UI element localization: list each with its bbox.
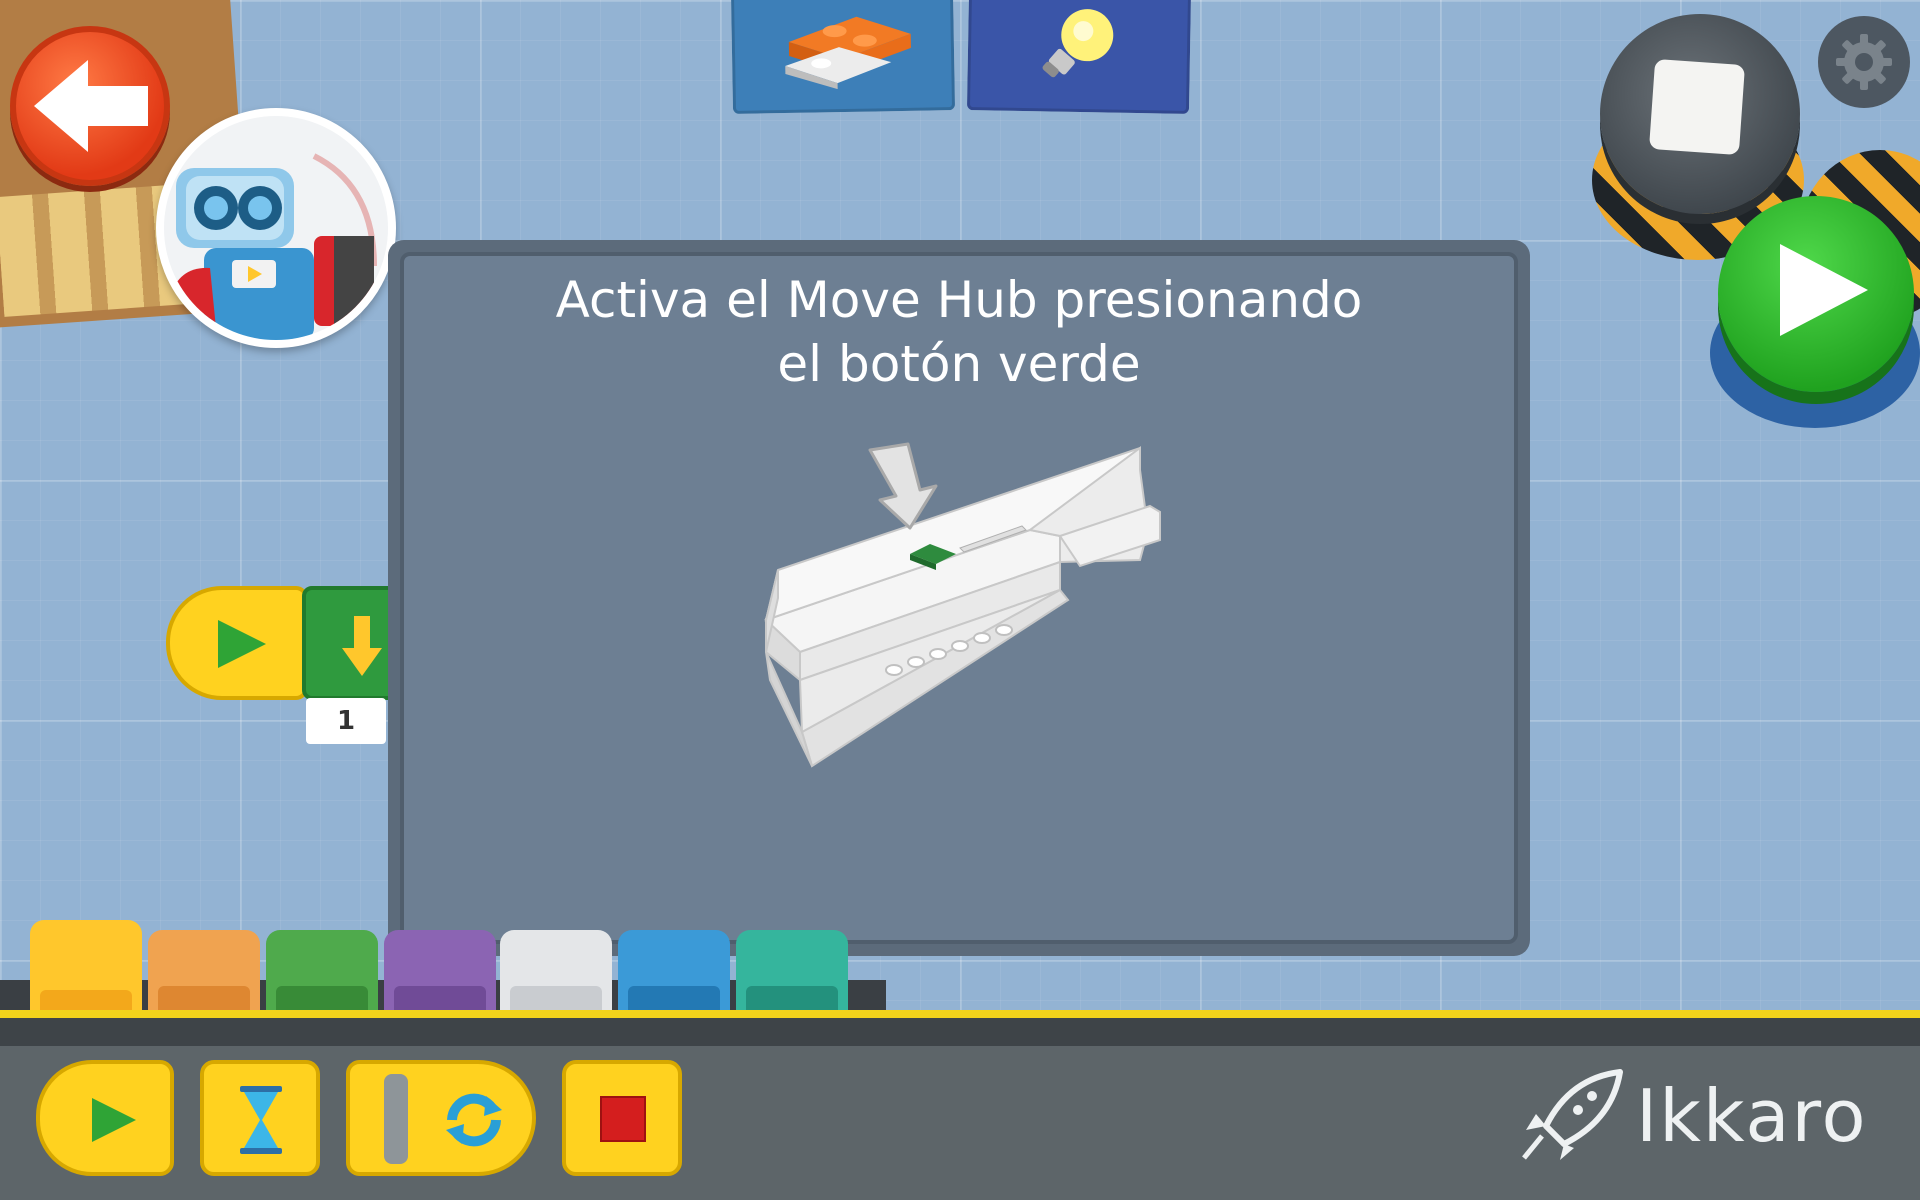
program-start-block[interactable] xyxy=(166,586,308,700)
palette-tab-orange[interactable] xyxy=(148,930,260,1016)
modal-message-line1: Activa el Move Hub presionando xyxy=(555,271,1363,329)
lightbulb-icon xyxy=(1042,9,1114,78)
palette-tab-teal[interactable] xyxy=(736,930,848,1016)
back-button[interactable] xyxy=(10,26,170,186)
brand-name: Ikkaro xyxy=(1636,1074,1868,1158)
bricks-tab[interactable] xyxy=(730,0,956,114)
modal-message-line2: el botón verde xyxy=(777,335,1141,393)
brand-watermark: Ikkaro xyxy=(1520,1064,1900,1164)
loop-gap xyxy=(384,1074,408,1164)
settings-button[interactable] xyxy=(1818,16,1910,108)
toolbox-start-block[interactable] xyxy=(36,1060,174,1176)
loop-icon xyxy=(446,1093,502,1147)
toolbox-loop-block[interactable] xyxy=(346,1060,536,1176)
robot-icon xyxy=(164,116,388,340)
program-move-block[interactable] xyxy=(302,586,402,700)
palette-tab-flow[interactable] xyxy=(30,920,142,1020)
stop-square-icon xyxy=(1648,58,1746,156)
idea-tab[interactable] xyxy=(966,0,1192,114)
toolbox-wait-block[interactable] xyxy=(200,1060,320,1176)
robot-avatar[interactable] xyxy=(156,108,396,348)
play-icon xyxy=(218,620,266,668)
palette-tab-blue[interactable] xyxy=(618,930,730,1016)
move-hub-illustration xyxy=(764,442,1161,768)
palette-tab-white[interactable] xyxy=(500,930,612,1016)
palette-tab-green[interactable] xyxy=(266,930,378,1016)
gear-icon xyxy=(1836,34,1892,90)
lego-bricks-icon xyxy=(785,16,911,90)
hourglass-icon xyxy=(240,1086,282,1154)
palette-tab-purple[interactable] xyxy=(384,930,496,1016)
stop-icon xyxy=(600,1096,646,1142)
play-button[interactable] xyxy=(1718,196,1914,392)
play-triangle-icon xyxy=(1780,244,1868,336)
move-block-parameter[interactable]: 1 xyxy=(306,698,386,744)
toolbox-stop-block[interactable] xyxy=(562,1060,682,1176)
down-arrow-icon xyxy=(342,616,382,676)
rocket-icon xyxy=(1522,1069,1623,1160)
back-arrow-icon xyxy=(34,60,148,152)
play-icon xyxy=(92,1098,136,1142)
modal-message: Activa el Move Hub presionando el botón … xyxy=(400,268,1518,396)
